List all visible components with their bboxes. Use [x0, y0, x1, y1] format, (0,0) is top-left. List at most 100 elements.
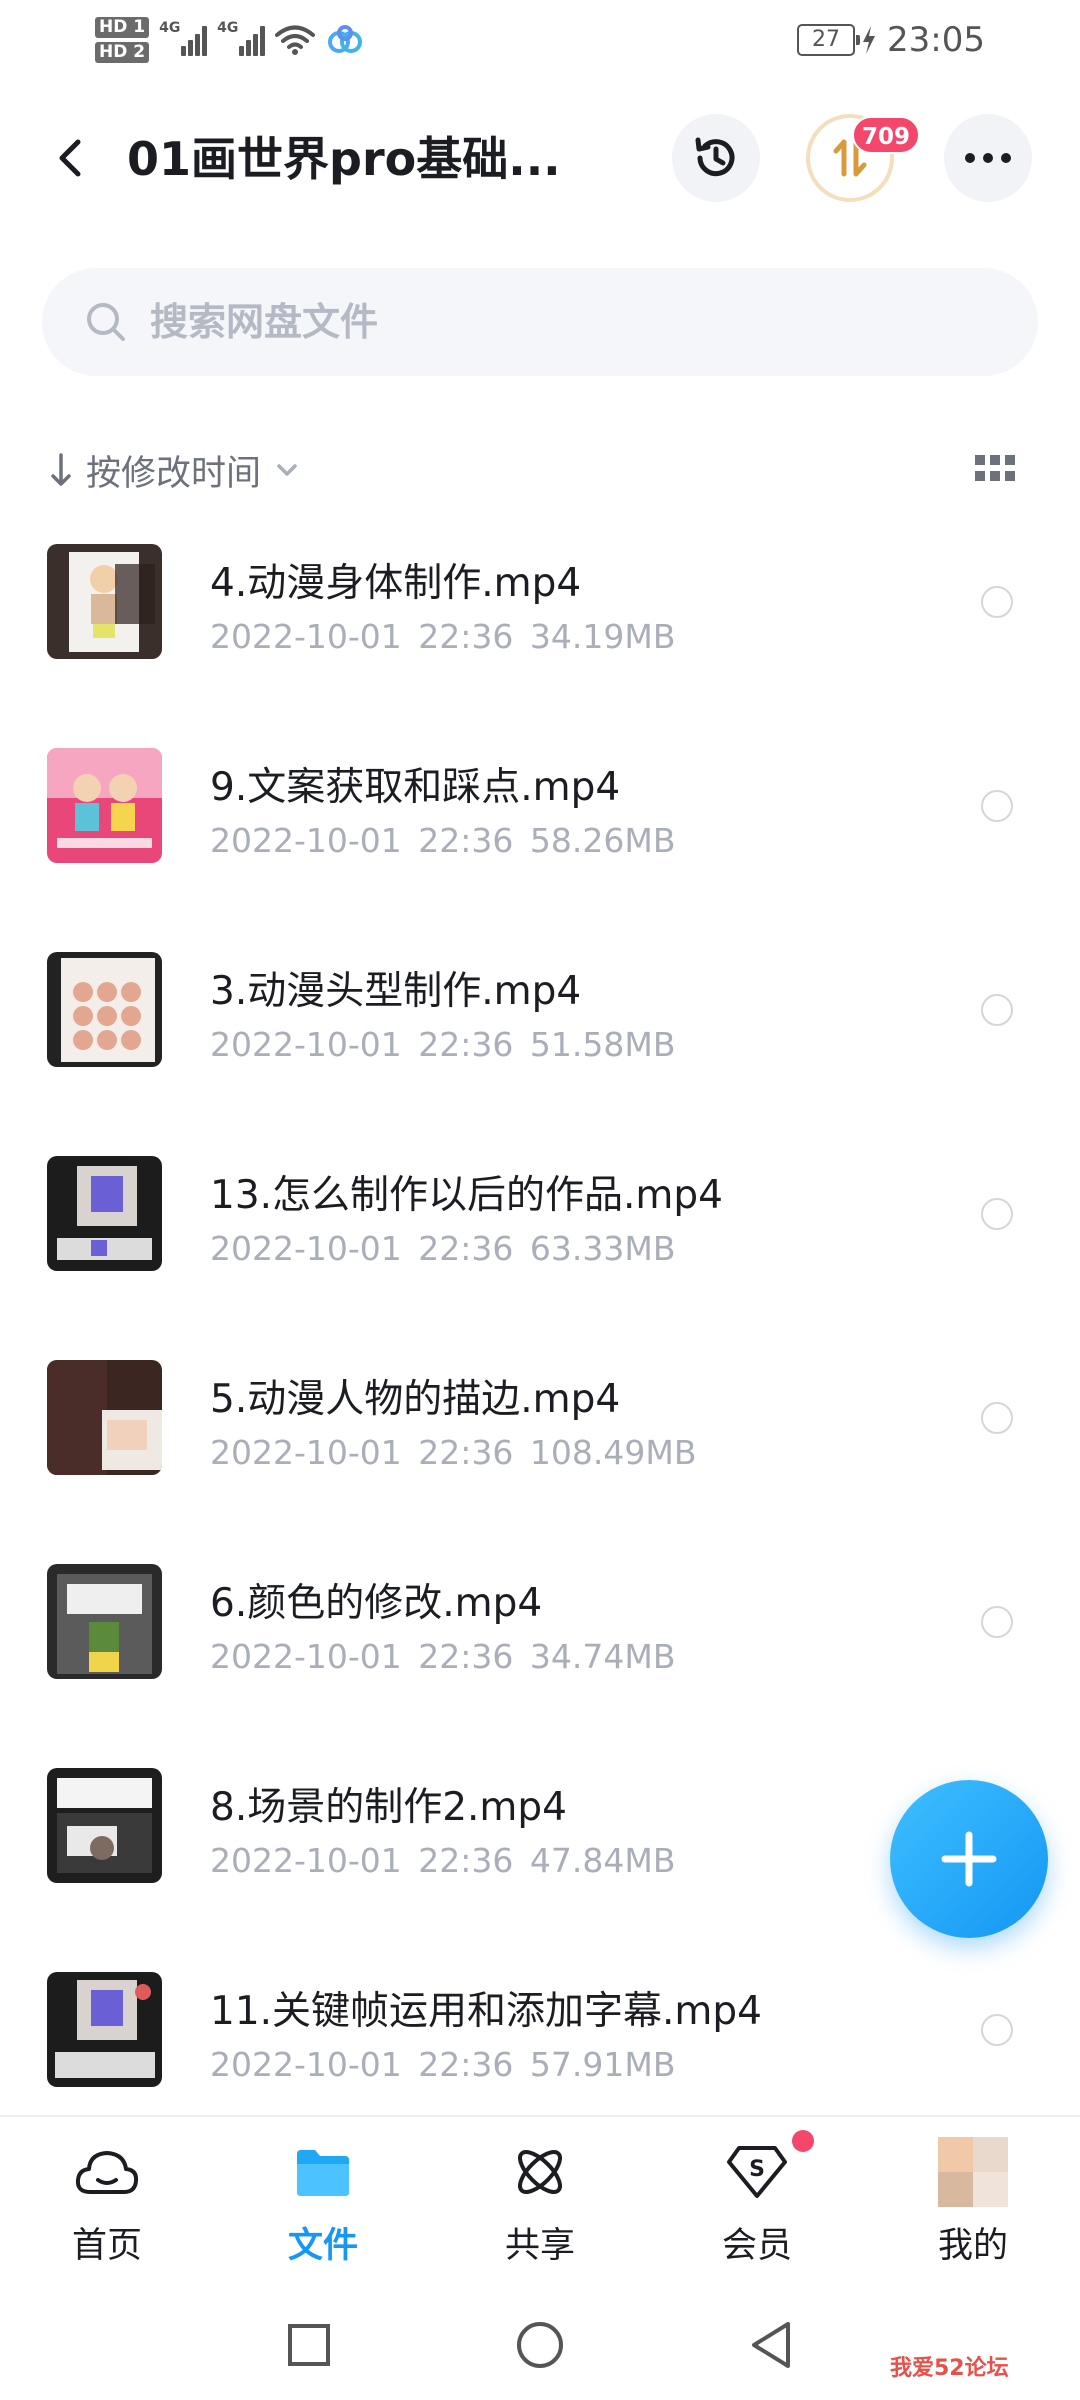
- video-thumbnail: [47, 1972, 162, 2087]
- file-date: 2022-10-01: [210, 1841, 402, 1880]
- history-button[interactable]: [672, 114, 760, 202]
- video-thumbnail: [47, 1360, 162, 1475]
- file-date: 2022-10-01: [210, 1433, 402, 1472]
- file-name: 6.颜色的修改.mp4: [210, 1581, 543, 1626]
- search-icon: [87, 303, 125, 341]
- file-time: 22:36: [418, 1229, 514, 1268]
- more-button[interactable]: [944, 114, 1032, 202]
- add-button[interactable]: [890, 1780, 1048, 1938]
- signal-icon-2: 4G: [217, 20, 266, 56]
- watermark: 我爱52论坛: [890, 2356, 1009, 2381]
- battery-icon: 27: [797, 24, 861, 56]
- file-time: 22:36: [418, 1433, 514, 1472]
- chevron-down-icon: [277, 464, 297, 476]
- svg-text:S: S: [749, 2157, 765, 2182]
- more-dots-icon: [965, 153, 1011, 163]
- status-bar: HD 1 HD 2 4G 4G 27 23:05: [0, 0, 1080, 80]
- charging-icon: [863, 26, 876, 54]
- file-time: 22:36: [418, 2045, 514, 2084]
- file-meta: 2022-10-01 22:36 57.91MB: [210, 2045, 675, 2084]
- back-button[interactable]: [42, 128, 102, 188]
- file-time: 22:36: [418, 1841, 514, 1880]
- file-row[interactable]: 5.动漫人物的描边.mp4 2022-10-01 22:36 108.49MB: [0, 1348, 1080, 1552]
- file-time: 22:36: [418, 1637, 514, 1676]
- file-meta: 2022-10-01 22:36 108.49MB: [210, 1433, 696, 1472]
- file-size: 51.58MB: [529, 1025, 676, 1064]
- file-meta: 2022-10-01 22:36 51.58MB: [210, 1025, 675, 1064]
- back-nav-button[interactable]: [741, 2315, 801, 2375]
- file-size: 34.74MB: [529, 1637, 676, 1676]
- file-time: 22:36: [418, 821, 514, 860]
- file-meta: 2022-10-01 22:36 58.26MB: [210, 821, 675, 860]
- nav-files[interactable]: 文件: [248, 2137, 398, 2267]
- file-row[interactable]: 6.颜色的修改.mp4 2022-10-01 22:36 34.74MB: [0, 1552, 1080, 1756]
- file-date: 2022-10-01: [210, 821, 402, 860]
- file-date: 2022-10-01: [210, 1229, 402, 1268]
- file-date: 2022-10-01: [210, 617, 402, 656]
- select-radio[interactable]: [981, 1402, 1013, 1434]
- select-radio[interactable]: [981, 586, 1013, 618]
- header: 01画世界pro基础... 709: [0, 100, 1080, 220]
- nav-vip[interactable]: S 会员: [682, 2137, 832, 2267]
- file-name: 8.场景的制作2.mp4: [210, 1785, 567, 1830]
- file-date: 2022-10-01: [210, 2045, 402, 2084]
- file-name: 13.怎么制作以后的作品.mp4: [210, 1173, 723, 1218]
- file-size: 58.26MB: [529, 821, 676, 860]
- arrow-down-icon: [51, 453, 71, 486]
- select-radio[interactable]: [981, 2014, 1013, 2046]
- sort-selector[interactable]: 按修改时间: [50, 440, 299, 500]
- signal-icon: 4G: [159, 20, 208, 56]
- video-thumbnail: [47, 1768, 162, 1883]
- share-atom-icon: [505, 2137, 575, 2207]
- select-radio[interactable]: [981, 1606, 1013, 1638]
- status-left: HD 1 HD 2 4G 4G: [95, 10, 365, 70]
- file-name: 11.关键帧运用和添加字幕.mp4: [210, 1989, 762, 2034]
- vip-notification-dot: [792, 2130, 814, 2152]
- nav-home[interactable]: 首页: [32, 2137, 182, 2267]
- home-button[interactable]: [510, 2315, 570, 2375]
- file-name: 9.文案获取和踩点.mp4: [210, 765, 621, 810]
- file-date: 2022-10-01: [210, 1025, 402, 1064]
- search-input[interactable]: [150, 300, 950, 344]
- file-date: 2022-10-01: [210, 1637, 402, 1676]
- file-meta: 2022-10-01 22:36 34.74MB: [210, 1637, 675, 1676]
- file-meta: 2022-10-01 22:36 63.33MB: [210, 1229, 675, 1268]
- recents-button[interactable]: [279, 2315, 339, 2375]
- cloud-icon: [72, 2137, 142, 2207]
- nav-profile-label: 我的: [937, 2226, 1008, 2266]
- clock: 23:05: [887, 20, 985, 60]
- grid-view-icon: [975, 455, 1015, 481]
- sim-indicators: HD 1 HD 2: [95, 17, 150, 63]
- nav-home-label: 首页: [71, 2226, 142, 2266]
- file-row[interactable]: 13.怎么制作以后的作品.mp4 2022-10-01 22:36 63.33M…: [0, 1144, 1080, 1348]
- video-thumbnail: [47, 544, 162, 659]
- cloud-app-icon: [328, 25, 363, 53]
- vip-diamond-icon: S: [722, 2137, 792, 2207]
- file-meta: 2022-10-01 22:36 47.84MB: [210, 1841, 675, 1880]
- file-name: 5.动漫人物的描边.mp4: [210, 1377, 621, 1422]
- bottom-nav: 首页 文件 共享 S 会员 我的: [0, 2115, 1080, 2275]
- video-thumbnail: [47, 748, 162, 863]
- file-size: 108.49MB: [529, 1433, 697, 1472]
- search-bar[interactable]: [42, 268, 1038, 376]
- nav-files-label: 文件: [287, 2226, 358, 2266]
- wifi-icon: [275, 25, 316, 55]
- file-size: 63.33MB: [529, 1229, 676, 1268]
- hd1-badge: HD 1: [95, 17, 150, 38]
- nav-share[interactable]: 共享: [465, 2137, 615, 2267]
- folder-icon: [288, 2137, 358, 2207]
- select-radio[interactable]: [981, 994, 1013, 1026]
- file-row[interactable]: 4.动漫身体制作.mp4 2022-10-01 22:36 34.19MB: [0, 532, 1080, 736]
- file-size: 34.19MB: [529, 617, 676, 656]
- triangle-back-icon: [752, 2322, 790, 2368]
- plus-icon: [941, 1831, 997, 1887]
- select-radio[interactable]: [981, 790, 1013, 822]
- video-thumbnail: [47, 1156, 162, 1271]
- select-radio[interactable]: [981, 1198, 1013, 1230]
- avatar: [938, 2137, 1008, 2207]
- nav-profile[interactable]: 我的: [898, 2137, 1048, 2267]
- file-row[interactable]: 3.动漫头型制作.mp4 2022-10-01 22:36 51.58MB: [0, 940, 1080, 1144]
- system-nav-bar: [0, 2290, 1080, 2400]
- file-row[interactable]: 9.文案获取和踩点.mp4 2022-10-01 22:36 58.26MB: [0, 736, 1080, 940]
- grid-view-button[interactable]: [975, 455, 1017, 485]
